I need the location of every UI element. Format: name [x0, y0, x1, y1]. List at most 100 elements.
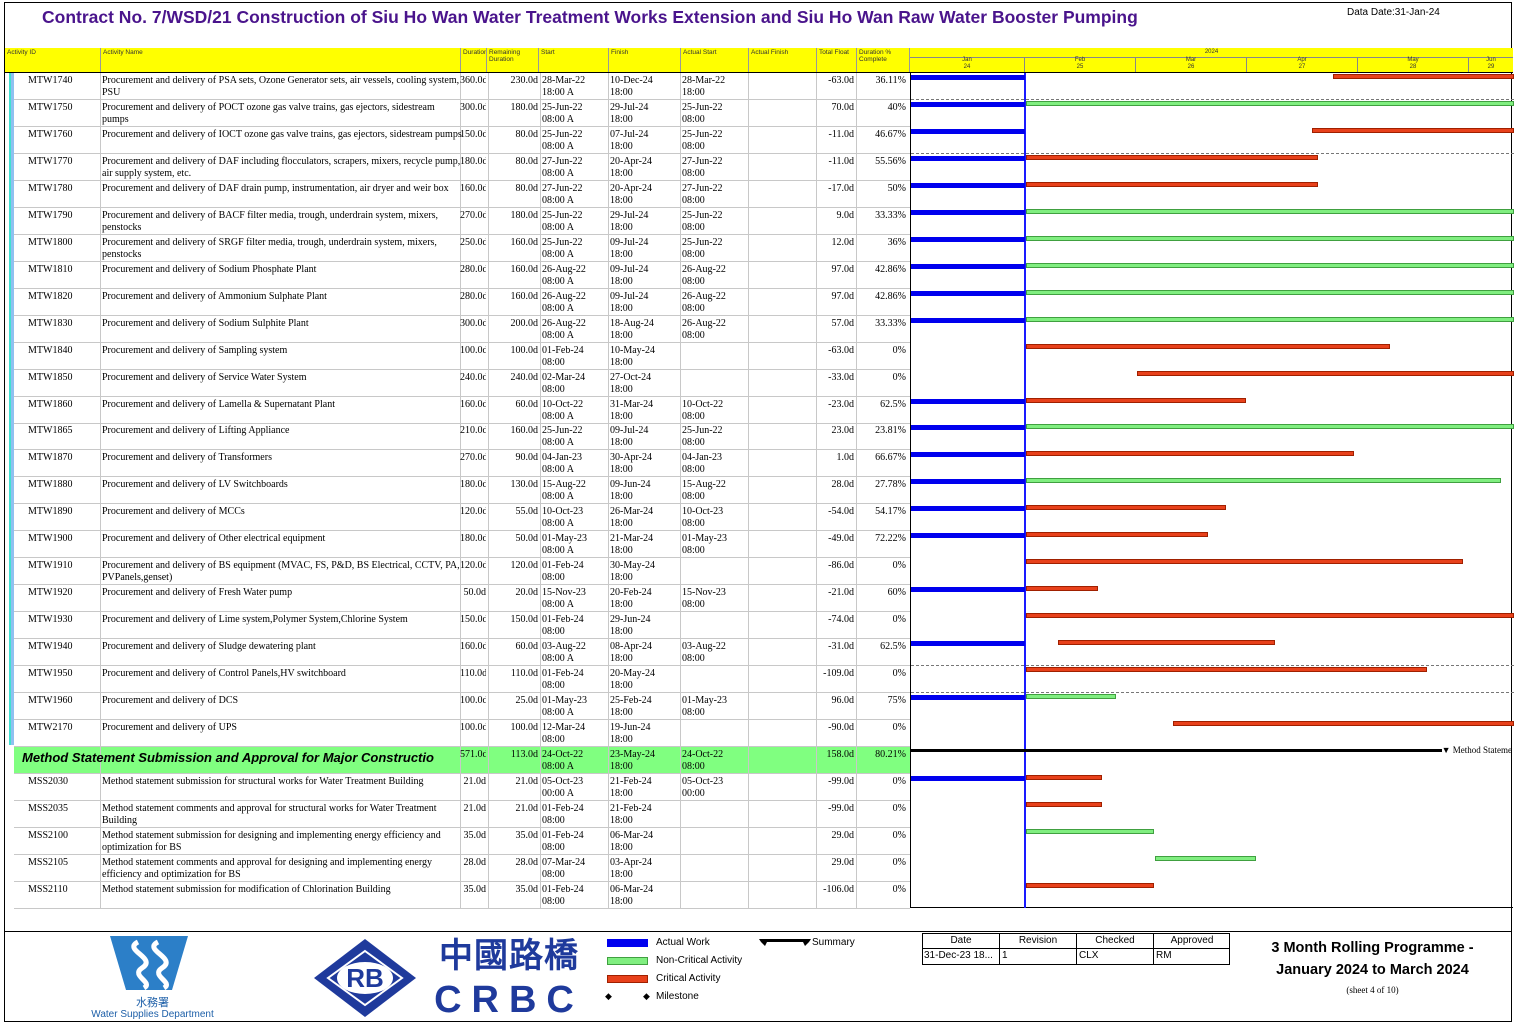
finish-time: 18:00: [610, 141, 633, 152]
column-divider: [540, 289, 541, 316]
activity-id: MTW1940: [28, 641, 73, 652]
column-divider: [540, 531, 541, 558]
table-row[interactable]: MSS2110 Method statement submission for m…: [14, 882, 910, 909]
actual-start: 27-Jun-22 08:00: [682, 156, 746, 180]
column-divider: [608, 316, 609, 343]
column-divider: [856, 666, 857, 693]
table-row[interactable]: MSS2035 Method statement comments and app…: [14, 801, 910, 828]
col-remaining-duration[interactable]: Remaining Duration: [487, 48, 539, 72]
table-row[interactable]: MTW1760 Procurement and delivery of IOCT …: [14, 127, 910, 154]
start-date: 12-Mar-24: [542, 722, 586, 733]
table-row[interactable]: MTW1870 Procurement and delivery of Trans…: [14, 450, 910, 477]
actual-start-date: 10-Oct-23: [682, 506, 724, 517]
remaining-duration: 80.0d: [515, 129, 539, 140]
wsd-logo: 水務署 Water Supplies Department: [80, 934, 225, 1022]
activity-name: Procurement and delivery of BS equipment…: [102, 560, 460, 583]
summary-bar-icon: [759, 939, 811, 946]
col-finish[interactable]: Finish: [609, 48, 681, 72]
activity-id: MSS2110: [28, 884, 68, 895]
table-row[interactable]: MTW1865 Procurement and delivery of Lifti…: [14, 423, 910, 450]
percent-complete: 50%: [887, 183, 906, 194]
table-row[interactable]: MSS2100 Method statement submission for d…: [14, 828, 910, 855]
activity-id: MTW1820: [28, 291, 73, 302]
activity-name: Procurement and delivery of DAF drain pu…: [102, 183, 449, 194]
col-total-float[interactable]: Total Float: [817, 48, 857, 72]
column-divider: [608, 693, 609, 720]
table-row[interactable]: MTW1960 Procurement and delivery of DCS 10…: [14, 693, 910, 720]
column-divider: [748, 73, 749, 100]
table-row[interactable]: MTW1830 Procurement and delivery of Sodiu…: [14, 316, 910, 343]
start-time: 08:00: [542, 626, 565, 637]
percent-complete: 0%: [892, 884, 906, 895]
finish-time: 18:00: [610, 357, 633, 368]
table-row[interactable]: MTW1860 Procurement and delivery of Lamel…: [14, 397, 910, 424]
summary-row[interactable]: Method Statement Submission and Approval…: [14, 747, 910, 774]
table-row[interactable]: MTW1790 Procurement and delivery of BACF …: [14, 208, 910, 235]
column-divider: [856, 639, 857, 666]
table-row[interactable]: MTW1740 Procurement and delivery of PSA s…: [14, 73, 910, 100]
start: 01-Feb-24 08:00: [542, 614, 606, 638]
activity-name: Procurement and delivery of Control Pane…: [102, 668, 346, 679]
percent-complete: 60%: [887, 587, 906, 598]
column-divider: [680, 289, 681, 316]
finish-date: 27-Oct-24: [610, 372, 652, 383]
column-divider: [540, 343, 541, 370]
column-divider: [856, 316, 857, 343]
activity-id: MTW1900: [28, 533, 73, 544]
col-duration[interactable]: Duration: [461, 48, 487, 72]
percent-complete: 46.67%: [875, 129, 906, 140]
start-date: 01-Feb-24: [542, 345, 584, 356]
col-activity-id[interactable]: Activity ID: [5, 48, 101, 72]
col-start[interactable]: Start: [539, 48, 609, 72]
table-row[interactable]: MTW1900 Procurement and delivery of Other…: [14, 531, 910, 558]
table-row[interactable]: MTW1770 Procurement and delivery of DAF i…: [14, 154, 910, 181]
column-divider: [608, 127, 609, 154]
col-pct-complete[interactable]: Duration % Complete: [857, 48, 910, 72]
table-row[interactable]: MSS2105 Method statement comments and app…: [14, 855, 910, 882]
table-row[interactable]: MTW1820 Procurement and delivery of Ammon…: [14, 289, 910, 316]
actual-work-bar: [911, 506, 1025, 511]
table-row[interactable]: MTW1810 Procurement and delivery of Sodiu…: [14, 262, 910, 289]
column-divider: [748, 585, 749, 612]
column-divider: [748, 774, 749, 801]
column-divider: [748, 450, 749, 477]
table-row[interactable]: MTW1890 Procurement and delivery of MCCs 1…: [14, 504, 910, 531]
remaining-duration: 60.0d: [515, 399, 539, 410]
table-row[interactable]: MTW2170 Procurement and delivery of UPS 10…: [14, 720, 910, 747]
start-time: 00:00 A: [542, 788, 574, 799]
critical-bar: [1025, 344, 1391, 349]
table-row[interactable]: MTW1780 Procurement and delivery of DAF d…: [14, 181, 910, 208]
start-date: 05-Oct-23: [542, 776, 584, 787]
table-row[interactable]: MTW1950 Procurement and delivery of Contr…: [14, 666, 910, 693]
column-divider: [748, 423, 749, 450]
percent-complete: 23.81%: [875, 425, 906, 436]
finish: 29-Jul-24 18:00: [610, 210, 674, 234]
table-row[interactable]: MTW1850 Procurement and delivery of Servi…: [14, 370, 910, 397]
table-row[interactable]: MTW1840 Procurement and delivery of Sampl…: [14, 343, 910, 370]
column-divider: [100, 477, 101, 504]
table-row[interactable]: MTW1880 Procurement and delivery of LV Sw…: [14, 477, 910, 504]
column-divider: [100, 585, 101, 612]
percent-complete: 72.22%: [875, 533, 906, 544]
table-row[interactable]: MSS2030 Method statement submission for s…: [14, 774, 910, 801]
start-date: 26-Aug-22: [542, 291, 586, 302]
start: 26-Aug-22 08:00 A: [542, 264, 606, 288]
col-actual-start[interactable]: Actual Start: [681, 48, 749, 72]
activity-name: Procurement and delivery of PSA sets, Oz…: [102, 75, 460, 98]
column-divider: [608, 208, 609, 235]
column-divider: [540, 262, 541, 289]
table-row[interactable]: MTW1920 Procurement and delivery of Fresh…: [14, 585, 910, 612]
table-row[interactable]: MTW1940 Procurement and delivery of Sludg…: [14, 639, 910, 666]
finish-date: 21-Feb-24: [610, 803, 652, 814]
col-actual-finish[interactable]: Actual Finish: [749, 48, 817, 72]
table-row[interactable]: MTW1910 Procurement and delivery of BS eq…: [14, 558, 910, 585]
table-row[interactable]: MTW1930 Procurement and delivery of Lime …: [14, 612, 910, 639]
column-divider: [748, 720, 749, 747]
col-activity-name[interactable]: Activity Name: [101, 48, 461, 72]
activity-id: MTW1740: [28, 75, 73, 86]
start-date: 10-Oct-22: [542, 399, 584, 410]
actual-start: 25-Jun-22 08:00: [682, 237, 746, 261]
table-row[interactable]: MTW1800 Procurement and delivery of SRGF …: [14, 235, 910, 262]
column-divider: [608, 504, 609, 531]
table-row[interactable]: MTW1750 Procurement and delivery of POCT …: [14, 100, 910, 127]
